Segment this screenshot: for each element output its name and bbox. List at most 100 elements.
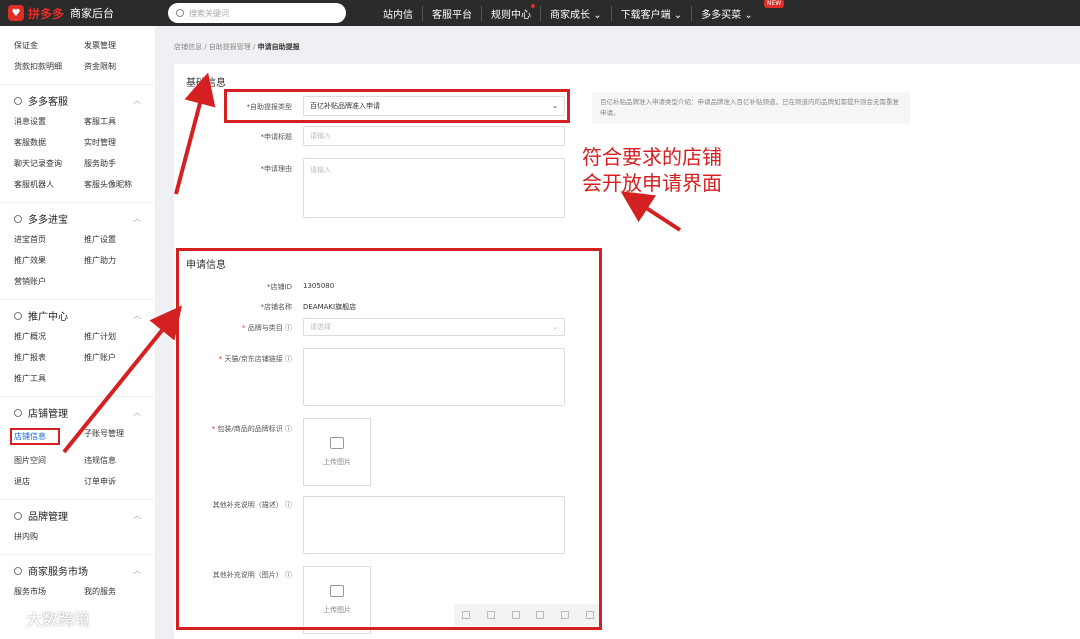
sidebar-section-items: 服务市场 我的服务 (0, 586, 155, 597)
chevron-up-icon: ︿ (133, 566, 141, 575)
watermark: 大数跨境 (6, 606, 90, 630)
sidebar-item[interactable]: 客服工具 (84, 116, 154, 127)
breadcrumb: 店铺信息 / 自助提报管理 / 申请自助提报 (174, 43, 300, 51)
new-badge: NEW (764, 0, 785, 8)
top-bar: ♥ 拼多多 商家后台 搜索关键词 站内信 客服平台 规则中心 商家成长 ⌄ 下载… (0, 0, 1080, 26)
pinduoduo-logo-icon: ♥ (8, 5, 24, 21)
logo[interactable]: ♥ 拼多多 商家后台 (0, 5, 160, 22)
sidebar-item[interactable]: 推广概况 (14, 331, 84, 342)
sidebar: 保证金 发票管理 货款扣款明细 资金限制 多多客服 ︿ 消息设置 客服工具 客服… (0, 26, 155, 639)
sidebar-section-items: 进宝首页 推广设置 推广效果 推广助力 营销账户 (0, 234, 155, 287)
sidebar-item[interactable]: 聊天记录查询 (14, 158, 84, 169)
sidebar-item[interactable]: 客服头像昵称 (84, 179, 154, 190)
sidebar-item-shop-info[interactable]: 店铺信息 (10, 428, 60, 445)
sidebar-item[interactable]: 拼内购 (14, 531, 84, 542)
sidebar-item[interactable]: 消息设置 (14, 116, 84, 127)
chevron-up-icon: ︿ (133, 214, 141, 223)
sidebar-item[interactable]: 营销账户 (14, 276, 84, 287)
chevron-up-icon: ︿ (133, 311, 141, 320)
nav-growth-label: 商家成长 (550, 9, 590, 21)
sidebar-section-customer-service[interactable]: 多多客服 ︿ (0, 84, 155, 116)
sidebar-item[interactable]: 我的服务 (84, 586, 154, 597)
section-title: 商家服务市场 (28, 567, 88, 578)
chevron-up-icon: ︿ (133, 96, 141, 105)
section-title: 店铺管理 (28, 409, 68, 420)
sidebar-item[interactable]: 保证金 (14, 40, 84, 51)
sidebar-item[interactable]: 服务市场 (14, 586, 84, 597)
sidebar-section-items: 店铺信息 子账号管理 图片空间 违规信息 退店 订单申诉 (0, 428, 155, 487)
chevron-down-icon: ⌄ (744, 9, 753, 21)
sidebar-item[interactable]: 推广设置 (84, 234, 154, 245)
breadcrumb-shop-info[interactable]: 店铺信息 (174, 43, 202, 51)
sidebar-item[interactable]: 推广效果 (14, 255, 84, 266)
nav-rules-label: 规则中心 (491, 9, 531, 21)
sidebar-item[interactable]: 客服数据 (14, 137, 84, 148)
sidebar-item[interactable]: 推广报表 (14, 352, 84, 363)
nav-customer-service[interactable]: 客服平台 (423, 5, 482, 21)
watermark-logo-icon (6, 610, 22, 626)
sidebar-section-service-market[interactable]: 商家服务市场 ︿ (0, 554, 155, 586)
sidebar-section-shop[interactable]: 店铺管理 ︿ (0, 396, 155, 428)
headset-icon (14, 97, 22, 105)
chevron-up-icon: ︿ (133, 408, 141, 417)
sidebar-section-items: 消息设置 客服工具 客服数据 实时管理 聊天记录查询 服务助手 客服机器人 客服… (0, 116, 155, 190)
sidebar-section-items: 拼内购 (0, 531, 155, 542)
sidebar-section-items: 推广概况 推广计划 推广报表 推广账户 推广工具 (0, 331, 155, 384)
reason-placeholder: 请输入 (310, 166, 331, 174)
sidebar-item[interactable]: 发票管理 (84, 40, 154, 51)
top-nav: 站内信 客服平台 规则中心 商家成长 ⌄ 下载客户端 ⌄ 多多买菜 ⌄ (374, 0, 762, 26)
sidebar-section-promotion[interactable]: 推广中心 ︿ (0, 299, 155, 331)
brand-name: 拼多多 (28, 6, 65, 21)
treasure-icon (14, 215, 22, 223)
share-icon (14, 312, 22, 320)
breadcrumb-self-report[interactable]: 自助提报管理 (209, 43, 251, 51)
sidebar-item[interactable]: 推广工具 (14, 373, 84, 384)
breadcrumb-current: 申请自助提报 (257, 43, 300, 51)
sidebar-item[interactable]: 货款扣款明细 (14, 61, 84, 72)
section-title: 多多进宝 (28, 215, 68, 226)
reason-textarea[interactable]: 请输入 (303, 158, 565, 218)
sidebar-item[interactable]: 进宝首页 (14, 234, 84, 245)
section-title: 推广中心 (28, 312, 68, 323)
search-input[interactable]: 搜索关键词 (168, 3, 346, 23)
chevron-down-icon: ⌄ (673, 9, 683, 21)
annotation-line1: 符合要求的店铺 (582, 145, 722, 169)
sidebar-item[interactable]: 图片空间 (14, 455, 84, 466)
sidebar-item[interactable]: 服务助手 (84, 158, 154, 169)
sidebar-item[interactable]: 客服机器人 (14, 179, 84, 190)
sidebar-item[interactable]: 推广助力 (84, 255, 154, 266)
sidebar-item[interactable]: 推广账户 (84, 352, 154, 363)
nav-growth[interactable]: 商家成长 ⌄ (541, 5, 612, 21)
highlight-box-apply (176, 248, 602, 630)
brand-subtitle: 商家后台 (70, 7, 115, 20)
nav-download[interactable]: 下载客户端 ⌄ (612, 5, 693, 21)
nav-messages[interactable]: 站内信 (374, 5, 423, 21)
sidebar-item[interactable]: 订单申诉 (84, 476, 154, 487)
chevron-down-icon: ⌄ (593, 9, 602, 21)
nav-rules[interactable]: 规则中心 (482, 3, 541, 21)
watermark-text: 大数跨境 (26, 610, 91, 629)
nav-grocery[interactable]: 多多买菜 ⌄ (692, 6, 762, 21)
sidebar-item[interactable]: 退店 (14, 476, 84, 487)
sidebar-section-jinbao[interactable]: 多多进宝 ︿ (0, 202, 155, 234)
sidebar-section-brand[interactable]: 品牌管理 ︿ (0, 499, 155, 531)
sidebar-item[interactable]: 推广计划 (84, 331, 154, 342)
section-title: 多多客服 (28, 97, 68, 108)
annotation-text: 符合要求的店铺 会开放申请界面 (582, 144, 722, 196)
title-input[interactable]: 请输入 (303, 126, 565, 146)
sidebar-item[interactable]: 子账号管理 (84, 428, 154, 445)
highlight-box-type (224, 89, 570, 123)
store-icon (14, 409, 22, 417)
title-label: *申请标题 (260, 133, 293, 141)
annotation-line2: 会开放申请界面 (582, 171, 722, 195)
chevron-up-icon: ︿ (133, 511, 141, 520)
sidebar-item[interactable]: 资金限制 (84, 61, 154, 72)
heart-icon (14, 567, 22, 575)
search-placeholder: 搜索关键词 (189, 8, 229, 18)
brand-icon (14, 512, 22, 520)
sidebar-top-items: 保证金 发票管理 货款扣款明细 资金限制 (0, 40, 155, 72)
sidebar-item[interactable]: 实时管理 (84, 137, 154, 148)
basic-info-title: 基础信息 (186, 78, 226, 89)
sidebar-item[interactable]: 违规信息 (84, 455, 154, 466)
section-title: 品牌管理 (28, 512, 68, 523)
